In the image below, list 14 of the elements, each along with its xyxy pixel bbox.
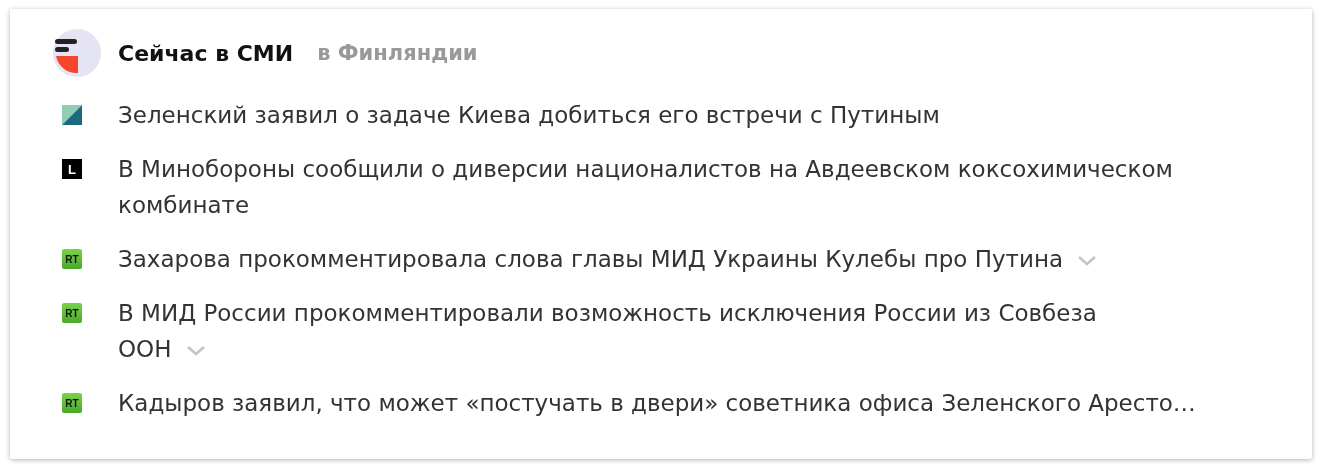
source-logo: L (62, 159, 82, 179)
section-title[interactable]: Сейчас в СМИ (118, 40, 294, 66)
source-logo: RT (62, 393, 82, 413)
source-logo: RT (62, 249, 82, 269)
news-headline[interactable]: В МИД России прокомментировали возможность исключения России из Совбеза ООН (118, 295, 1218, 367)
logo-icon (53, 29, 101, 77)
news-headline[interactable]: Кадыров заявил, что может «постучать в двери» советника офиса Зеленского Аресто… (118, 385, 1218, 421)
news-headline[interactable]: Зеленский заявил о задаче Киева добиться его встречи с Путиным (118, 97, 1218, 133)
chevron-down-icon[interactable] (1077, 255, 1098, 266)
chevron-down-icon[interactable] (185, 345, 206, 356)
news-headline[interactable]: В Минобороны сообщили о диверсии националистов на Авдеевском коксохимическом комбинате (118, 151, 1218, 223)
source-logo: RT (62, 303, 82, 323)
news-headline[interactable]: Захарова прокомментировала слова главы МИД Украины Кулебы про Путина (118, 241, 1218, 277)
source-logo-icon (62, 105, 82, 125)
